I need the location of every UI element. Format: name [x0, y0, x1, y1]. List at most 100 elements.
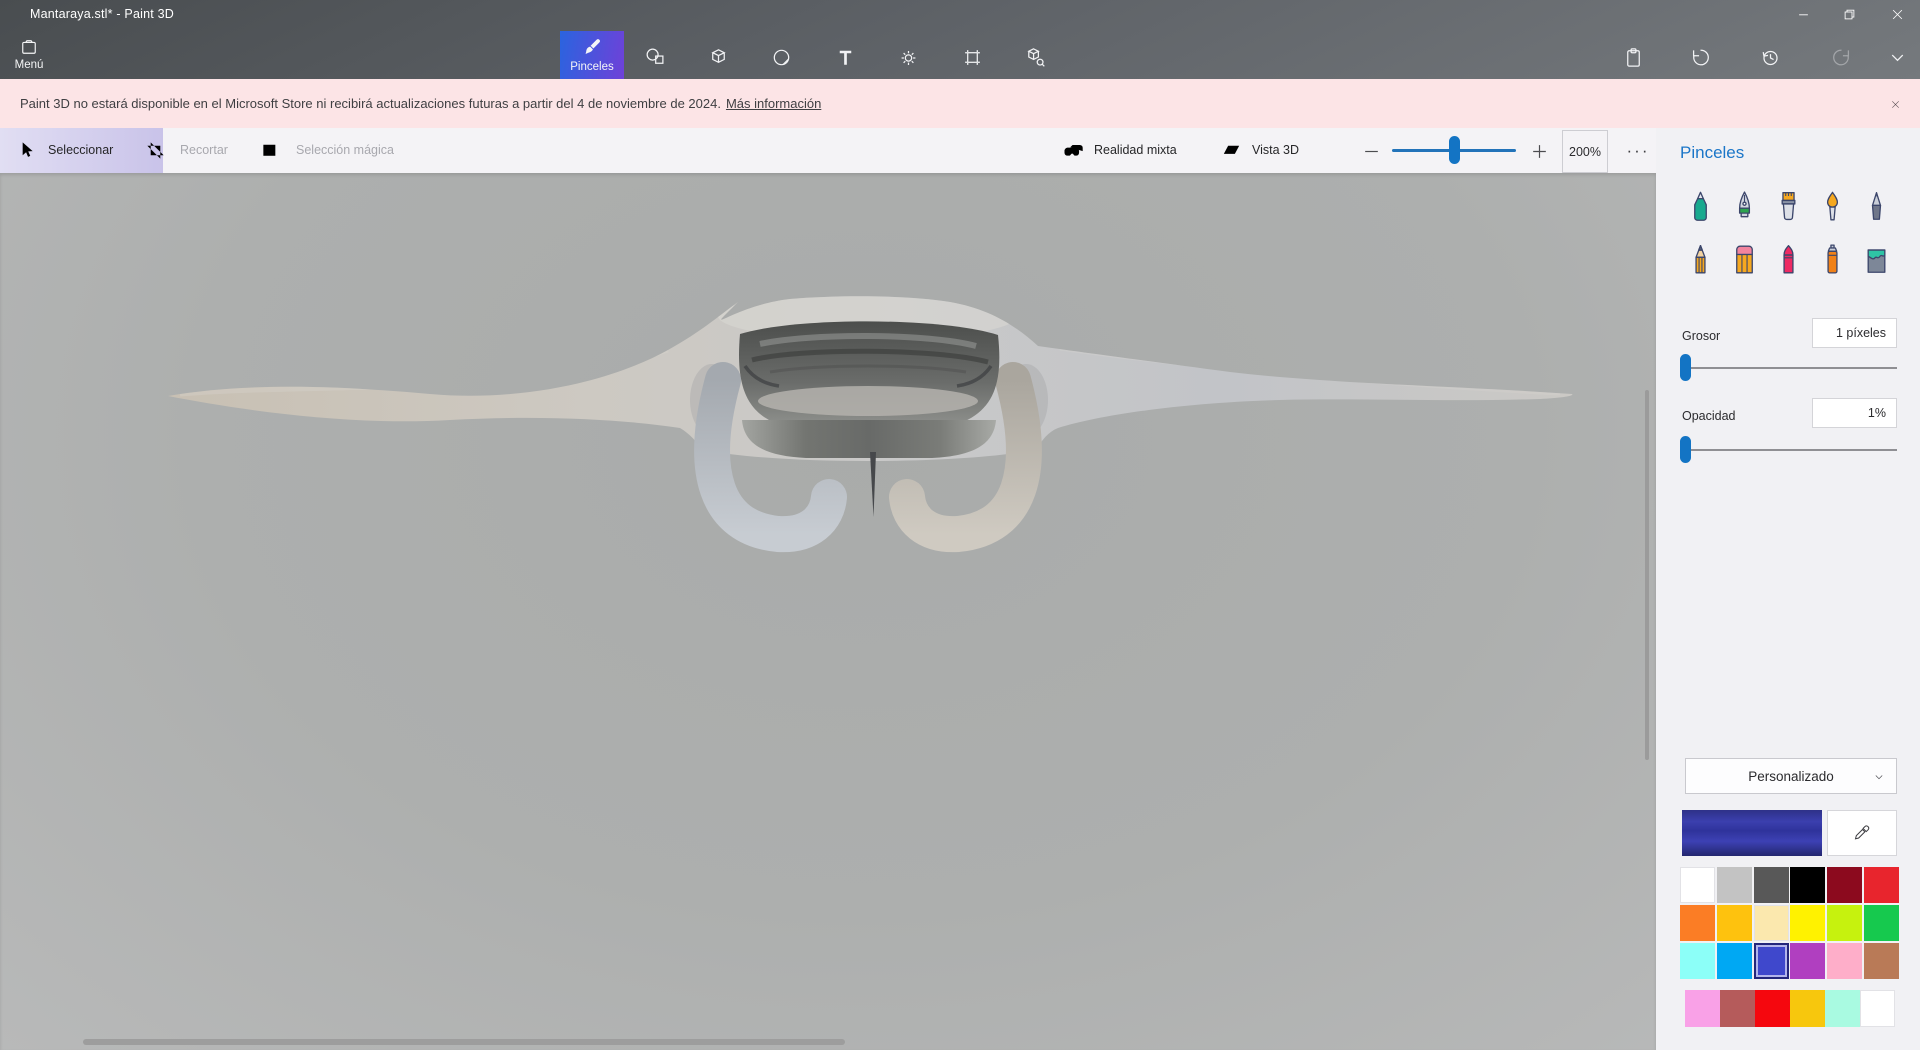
- minimize-button[interactable]: [1780, 0, 1826, 28]
- color-swatch-fb7d25[interactable]: [1680, 905, 1715, 941]
- current-color-swatch[interactable]: [1682, 810, 1822, 856]
- menu-button[interactable]: Menú: [6, 30, 52, 77]
- opacity-slider-track[interactable]: [1683, 449, 1897, 451]
- brush-crayon-icon[interactable]: [1766, 233, 1810, 286]
- color-swatch-fec20e[interactable]: [1716, 905, 1752, 941]
- color-swatch-fff200[interactable]: [1790, 905, 1826, 941]
- magic-select-label[interactable]: Selección mágica: [296, 143, 394, 157]
- paste-icon: [1622, 46, 1645, 69]
- thickness-slider-thumb[interactable]: [1680, 354, 1691, 381]
- color-swatch-fbe8ae[interactable]: [1753, 905, 1789, 941]
- color-swatch-3f48cc[interactable]: [1753, 943, 1789, 979]
- crop-tool-label[interactable]: Recortar: [180, 143, 228, 157]
- undo-button[interactable]: [1678, 35, 1722, 79]
- panel-title: Pinceles: [1680, 143, 1745, 162]
- color-swatch-8c0a1e[interactable]: [1827, 867, 1863, 903]
- brush-watercolor-icon[interactable]: [1810, 180, 1854, 233]
- color-swatch-b97a57[interactable]: [1863, 943, 1899, 979]
- brush-marker-icon[interactable]: [1678, 180, 1722, 233]
- tab-text[interactable]: [823, 35, 867, 79]
- brush-fill-icon[interactable]: [1854, 233, 1898, 286]
- color-swatch-8cfff8[interactable]: [1680, 943, 1715, 979]
- brush-oil-icon[interactable]: [1766, 180, 1810, 233]
- thickness-label: Grosor: [1682, 329, 1721, 343]
- stickers-icon: [770, 46, 793, 69]
- color-palette: [1680, 867, 1899, 979]
- color-swatch-a9fae1[interactable]: [1825, 990, 1860, 1027]
- horizontal-scrollbar[interactable]: [83, 1039, 845, 1045]
- tab-brushes[interactable]: Pinceles: [560, 31, 624, 79]
- zoom-out-button[interactable]: [1359, 139, 1383, 163]
- zoom-level-value[interactable]: 200%: [1562, 130, 1608, 173]
- history-button[interactable]: [1748, 35, 1792, 79]
- shapes-3d-icon: [707, 46, 730, 69]
- close-button[interactable]: [1874, 0, 1920, 28]
- tab-effects[interactable]: [886, 35, 930, 79]
- color-swatch-000000[interactable]: [1790, 867, 1826, 903]
- opacity-slider-thumb[interactable]: [1680, 436, 1691, 463]
- crop-icon: [144, 139, 167, 162]
- brush-pencil-icon[interactable]: [1678, 233, 1722, 286]
- color-swatch-b03fc0[interactable]: [1790, 943, 1826, 979]
- color-swatch-f5070e[interactable]: [1755, 990, 1790, 1027]
- 3d-library-icon: [1024, 46, 1047, 69]
- paste-button[interactable]: [1611, 35, 1655, 79]
- palette-mode-dropdown[interactable]: Personalizado: [1685, 758, 1897, 794]
- eyedropper-button[interactable]: [1827, 810, 1897, 856]
- window-title: Mantaraya.stl* - Paint 3D: [30, 7, 174, 21]
- brush-eraser-icon[interactable]: [1722, 233, 1766, 286]
- menu-icon: [19, 37, 39, 57]
- color-swatch-f7c70d[interactable]: [1790, 990, 1825, 1027]
- expand-button[interactable]: [1875, 35, 1919, 79]
- color-swatch-b55b5b[interactable]: [1720, 990, 1755, 1027]
- tab-canvas[interactable]: [950, 35, 994, 79]
- text-icon: [834, 46, 857, 69]
- close-icon: [1890, 99, 1901, 110]
- restore-button[interactable]: [1826, 0, 1872, 28]
- banner-message: Paint 3D no estará disponible en el Micr…: [20, 96, 721, 111]
- color-swatch-ffffff[interactable]: [1860, 990, 1895, 1027]
- banner-close-button[interactable]: [1882, 91, 1908, 117]
- zoom-in-button[interactable]: [1527, 139, 1551, 163]
- vertical-scrollbar[interactable]: [1645, 390, 1649, 760]
- menu-label: Menú: [14, 58, 44, 71]
- manta-ray-3d-model[interactable]: [0, 173, 1656, 1050]
- zoom-slider-thumb[interactable]: [1449, 136, 1460, 164]
- color-swatch-e8252d[interactable]: [1863, 867, 1899, 903]
- tab-stickers[interactable]: [759, 35, 803, 79]
- banner-more-info-link[interactable]: Más información: [726, 96, 821, 111]
- tab-label: Pinceles: [570, 61, 614, 73]
- undo-icon: [1689, 46, 1712, 69]
- brushes-panel: Pinceles Grosor 1 píxeles Opacidad 1% Pe…: [1656, 128, 1920, 1050]
- eyedropper-icon: [1852, 823, 1872, 843]
- color-swatch-585858[interactable]: [1753, 867, 1789, 903]
- canvas-viewport[interactable]: [0, 173, 1656, 1050]
- tab-3d-library[interactable]: [1013, 35, 1057, 79]
- brush-calligraphy-icon[interactable]: [1722, 180, 1766, 233]
- thickness-slider-track[interactable]: [1683, 367, 1897, 369]
- more-options-button[interactable]: ···: [1618, 132, 1658, 170]
- color-swatch-f9a1e7[interactable]: [1685, 990, 1720, 1027]
- select-tool-label[interactable]: Seleccionar: [48, 143, 113, 157]
- thickness-input[interactable]: 1 píxeles: [1812, 318, 1897, 348]
- color-swatch-c3c3c3[interactable]: [1716, 867, 1752, 903]
- tab-shapes-2d[interactable]: [633, 35, 677, 79]
- opacity-input[interactable]: 1%: [1812, 398, 1897, 428]
- color-swatch-c6f20e[interactable]: [1827, 905, 1863, 941]
- color-swatch-00a8f3[interactable]: [1716, 943, 1752, 979]
- redo-button[interactable]: [1819, 35, 1863, 79]
- color-swatch-feaec9[interactable]: [1827, 943, 1863, 979]
- view-3d-button[interactable]: Vista 3D: [1252, 143, 1299, 157]
- canvas-icon: [961, 46, 984, 69]
- history-icon: [1759, 46, 1782, 69]
- brush-pixelpen-icon[interactable]: [1854, 180, 1898, 233]
- mixed-reality-button[interactable]: Realidad mixta: [1094, 143, 1177, 157]
- magic-select-icon: [260, 139, 283, 162]
- tab-shapes-3d[interactable]: [696, 35, 740, 79]
- expand-icon: [1886, 46, 1909, 69]
- color-swatch-16c94e[interactable]: [1863, 905, 1899, 941]
- opacity-label: Opacidad: [1682, 409, 1736, 423]
- brush-spray-icon[interactable]: [1810, 233, 1854, 286]
- color-swatch-ffffff[interactable]: [1680, 867, 1715, 903]
- view-3d-icon: [1220, 139, 1243, 162]
